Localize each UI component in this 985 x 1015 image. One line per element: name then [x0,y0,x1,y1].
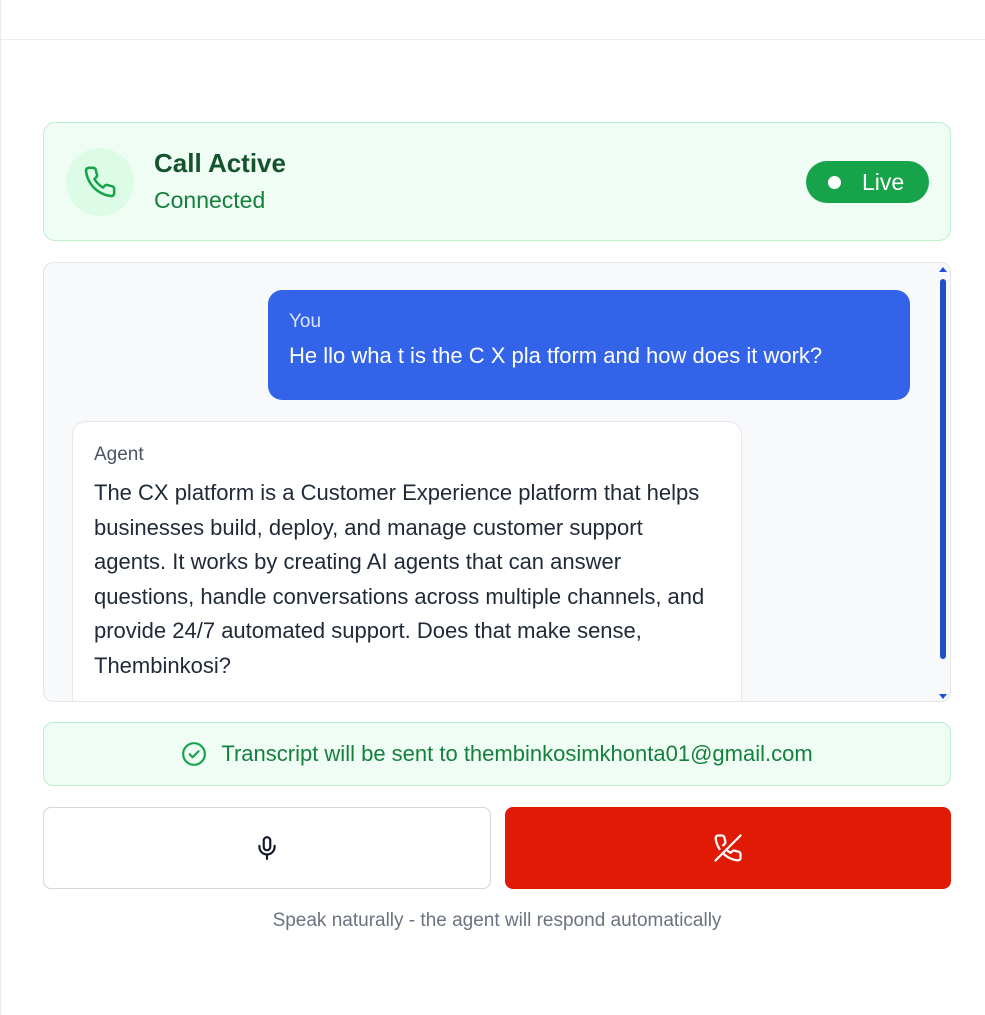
live-dot-icon [828,175,841,189]
voice-call-page: Call Active Connected Live You He llo wh… [0,0,985,1015]
top-bar [1,0,985,40]
message-agent: Agent The CX platform is a Customer Expe… [72,421,742,701]
phone-off-icon [714,834,742,862]
mute-microphone-button[interactable] [43,807,491,889]
live-badge: Live [806,161,929,203]
microphone-icon [258,836,276,860]
phone-icon [66,148,134,216]
scroll-down-icon[interactable] [939,694,947,699]
check-circle-icon [181,741,207,767]
call-status: Connected [154,187,266,213]
hint-text: Speak naturally - the agent will respond… [272,910,722,931]
transcript-email-notice: Transcript will be sent to thembinkosimk… [43,722,951,786]
call-status-card: Call Active Connected Live [43,122,951,241]
transcript-scrollbar[interactable] [936,263,950,701]
message-sender: Agent [94,444,144,465]
end-call-button[interactable] [505,807,951,889]
live-label: Live [862,168,905,195]
message-sender: You [289,311,322,332]
message-text: He llo wha t is the C X pla tform and ho… [289,343,823,368]
scroll-thumb[interactable] [940,279,946,659]
email-notice-text: Transcript will be sent to thembinkosimk… [221,741,813,766]
message-text: The CX platform is a Customer Experience… [94,480,705,678]
call-title: Call Active [154,148,286,178]
scroll-up-icon[interactable] [939,267,947,272]
transcript-panel[interactable]: You He llo wha t is the C X pla tform an… [43,262,951,702]
message-user: You He llo wha t is the C X pla tform an… [268,290,910,400]
